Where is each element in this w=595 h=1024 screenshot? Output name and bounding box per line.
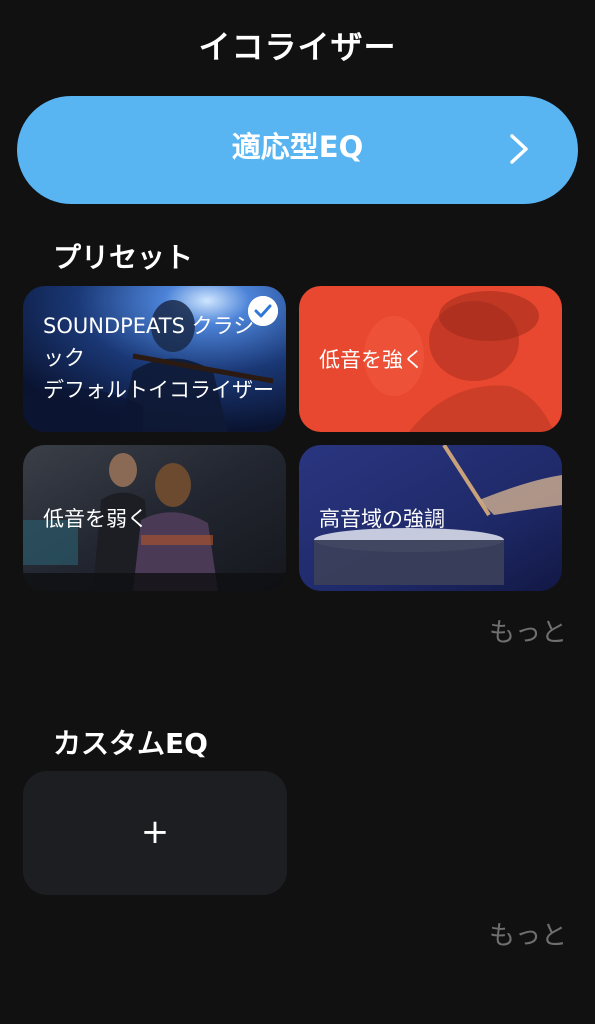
- presets-section-title: プリセット: [53, 241, 194, 274]
- preset-name: SOUNDPEATS クラシ: [43, 314, 255, 338]
- preset-name: 低音を強く: [319, 348, 424, 372]
- preset-name: 高音域の強調: [319, 507, 445, 531]
- add-custom-eq-button[interactable]: +: [23, 771, 287, 895]
- preset-card-soundpeats-classic[interactable]: SOUNDPEATS クラシ ック デフォルトイコライザー: [23, 286, 286, 432]
- custom-eq-section-title: カスタムEQ: [53, 727, 208, 760]
- preset-subtitle: デフォルトイコライザー: [43, 378, 274, 402]
- page-title: イコライザー: [198, 28, 397, 66]
- preset-card-treble-boost[interactable]: 高音域の強調: [299, 445, 562, 591]
- preset-card-bass-reduce[interactable]: 低音を弱く: [23, 445, 286, 591]
- adaptive-eq-button[interactable]: 適応型EQ: [17, 96, 578, 204]
- custom-more-link[interactable]: もっと: [489, 915, 567, 952]
- preset-card-bass-boost[interactable]: 低音を強く: [299, 286, 562, 432]
- preset-name-cont: ック: [43, 346, 85, 370]
- adaptive-eq-label: 適応型EQ: [231, 130, 364, 164]
- plus-icon: +: [140, 812, 170, 852]
- chevron-right-icon: [510, 134, 528, 164]
- presets-more-link[interactable]: もっと: [489, 612, 567, 649]
- preset-name: 低音を弱く: [43, 507, 148, 531]
